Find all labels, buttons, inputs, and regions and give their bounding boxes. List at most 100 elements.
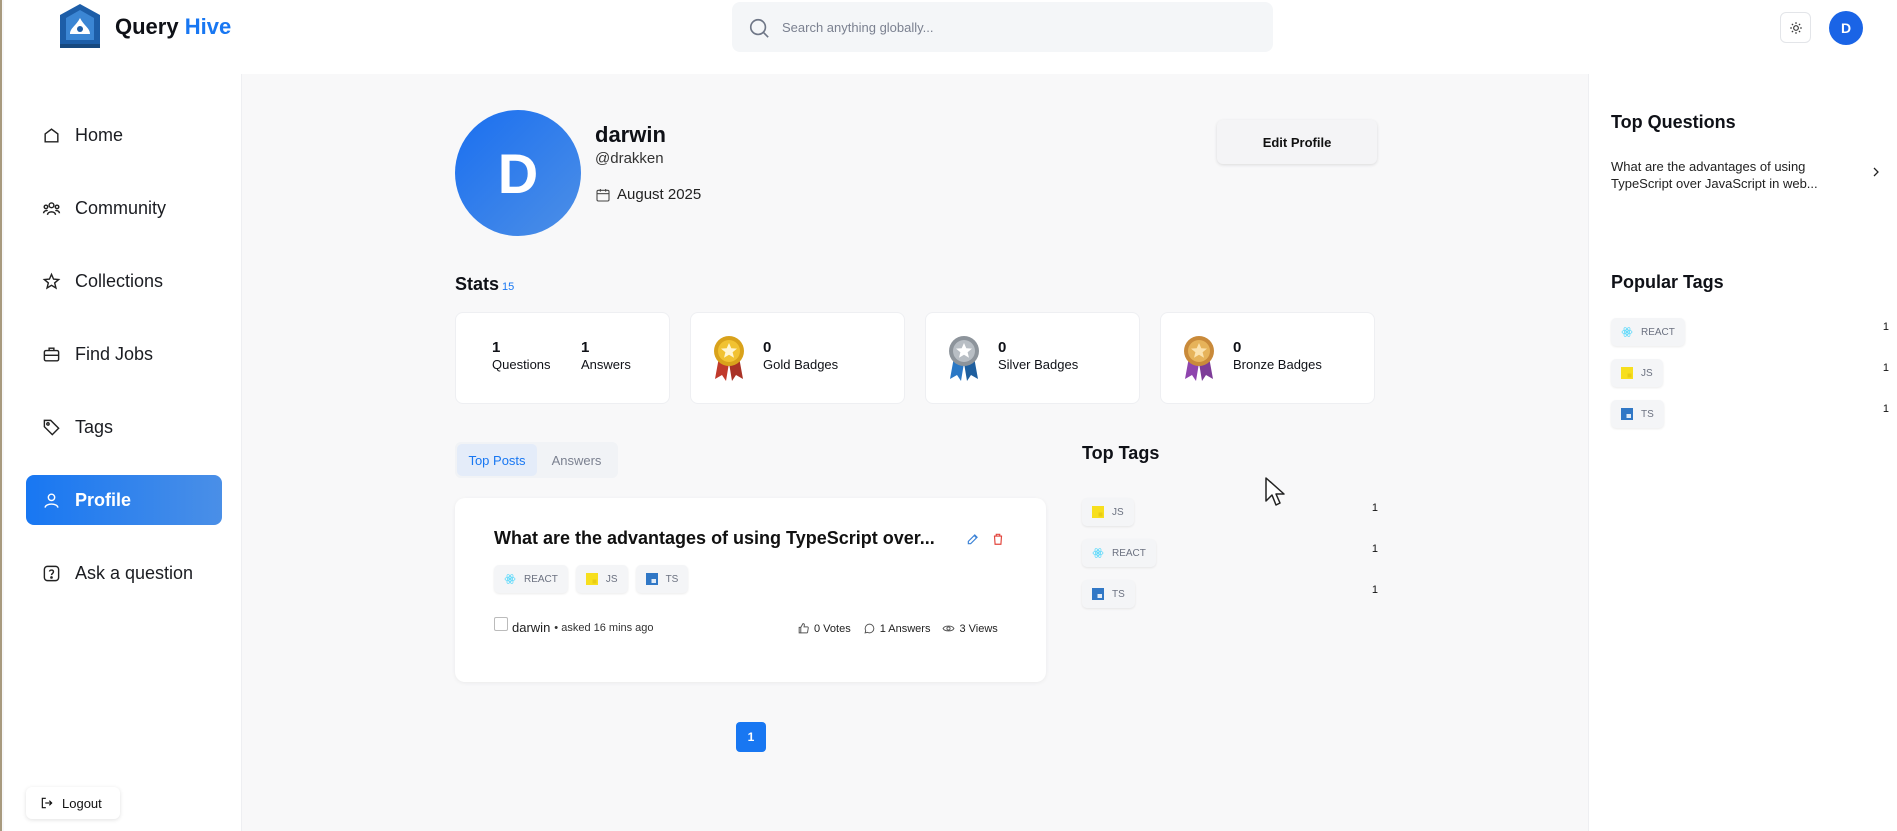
popular-tag-row[interactable]: REACT 1: [1611, 318, 1889, 346]
popular-tag-row[interactable]: JS 1: [1611, 359, 1889, 387]
query-hive-logo[interactable]: [58, 2, 102, 50]
logout-button[interactable]: Logout: [26, 787, 120, 819]
main-content: D darwin @drakken August 2025 Edit Profi…: [242, 74, 1588, 831]
question-author: darwin • asked 16 mins ago: [494, 616, 654, 635]
react-icon: [504, 574, 516, 584]
silver-medal-icon: [949, 336, 979, 381]
stats-total: 15: [502, 281, 515, 293]
gold-badges-stat: 0 Gold Badges: [763, 339, 838, 372]
top-tag-row[interactable]: JS 1: [1082, 498, 1378, 526]
popular-tags-heading: Popular Tags: [1611, 272, 1724, 292]
javascript-icon: [1092, 506, 1104, 518]
questions-label: Questions: [492, 357, 551, 372]
edit-icon[interactable]: [966, 532, 980, 546]
eye-icon: [942, 625, 955, 632]
top-tag-row[interactable]: TS 1: [1082, 580, 1378, 608]
sidebar-item-home[interactable]: Home: [26, 110, 222, 160]
questions-stat: 1 Questions: [492, 339, 551, 372]
pagination-page-1[interactable]: 1: [736, 722, 766, 752]
global-search[interactable]: [732, 2, 1273, 52]
sidebar-item-profile[interactable]: Profile: [26, 475, 222, 525]
author-name[interactable]: darwin: [512, 620, 550, 635]
tab-top-posts[interactable]: Top Posts: [457, 444, 537, 476]
tag-js[interactable]: JS: [575, 565, 628, 593]
theme-toggle-button[interactable]: [1780, 12, 1811, 43]
tag-label: REACT: [524, 573, 558, 585]
users-icon: [42, 201, 61, 215]
search-input[interactable]: [782, 2, 1252, 52]
profile-joined-date: August 2025: [617, 186, 702, 203]
star-icon: [42, 272, 61, 290]
brand-name-part1: Query: [115, 14, 179, 39]
tag-label: JS: [1112, 506, 1124, 518]
sidebar-item-collections[interactable]: Collections: [26, 256, 222, 306]
tag-count: 1: [1882, 321, 1889, 333]
tag-label: JS: [605, 573, 618, 585]
react-icon: [1092, 548, 1104, 558]
top-question-link[interactable]: What are the advantages of using TypeScr…: [1611, 158, 1831, 192]
tag-ts[interactable]: TS: [1082, 580, 1135, 608]
sidebar-item-community[interactable]: Community: [26, 183, 222, 233]
sidebar-item-tags[interactable]: Tags: [26, 402, 222, 452]
views-value: 3 Views: [959, 622, 998, 635]
question-icon: [43, 565, 60, 581]
profile-avatar: D: [455, 110, 581, 236]
answers-value: 1 Answers: [879, 622, 931, 635]
views-metric: 3 Views: [942, 622, 998, 635]
tag-ts[interactable]: TS: [1611, 400, 1664, 428]
top-questions-heading: Top Questions: [1611, 112, 1736, 132]
sidebar-item-label: Tags: [75, 416, 114, 437]
gold-badges-count: 0: [763, 339, 772, 356]
question-tags: REACT JS TS: [494, 565, 689, 593]
tag-ts[interactable]: TS: [635, 565, 689, 593]
question-title[interactable]: What are the advantages of using TypeScr…: [494, 528, 954, 549]
profile-username: @drakken: [595, 150, 664, 167]
popular-tag-row[interactable]: TS 1: [1611, 400, 1889, 428]
votes-value: 0 Votes: [814, 622, 851, 635]
tag-count: 1: [1371, 502, 1378, 514]
stat-card-posts: 1 Questions 1 Answers: [455, 312, 670, 404]
user-icon: [44, 492, 59, 508]
profile-joined: August 2025: [595, 186, 701, 203]
tag-count: 1: [1371, 543, 1378, 555]
sidebar-item-label: Ask a question: [75, 562, 194, 583]
gold-medal-icon: [714, 336, 744, 381]
top-navbar: Query Hive D: [4, 0, 1897, 74]
tag-count: 1: [1371, 584, 1378, 596]
top-tag-row[interactable]: REACT 1: [1082, 539, 1378, 567]
top-tags-heading: Top Tags: [1082, 443, 1160, 463]
answers-count: 1: [581, 339, 590, 356]
gold-badges-label: Gold Badges: [763, 357, 839, 372]
search-icon: [749, 18, 769, 38]
typescript-icon: [645, 573, 658, 585]
react-icon: [1621, 327, 1633, 337]
javascript-icon: [585, 573, 598, 585]
briefcase-icon: [43, 346, 60, 362]
tag-react[interactable]: REACT: [494, 565, 568, 593]
right-sidebar: Top Questions What are the advantages of…: [1588, 74, 1897, 831]
user-avatar[interactable]: D: [1829, 11, 1863, 45]
app-window: Query Hive D Home Communi: [0, 0, 1897, 831]
question-metrics: 0 Votes 1 Answers 3 Views: [797, 622, 998, 635]
tag-js[interactable]: JS: [1611, 359, 1663, 387]
tab-answers[interactable]: Answers: [537, 444, 616, 476]
chevron-right-icon[interactable]: [1870, 166, 1882, 178]
delete-icon[interactable]: [991, 532, 1005, 546]
tag-label: JS: [1641, 367, 1653, 379]
sidebar-item-ask-question[interactable]: Ask a question: [26, 548, 222, 598]
bronze-badges-label: Bronze Badges: [1233, 357, 1322, 372]
author-avatar: [494, 616, 508, 631]
tag-label: TS: [665, 573, 679, 585]
brand-name[interactable]: Query Hive: [115, 14, 231, 40]
left-sidebar: Home Community Collections Find Jobs Tag…: [4, 74, 242, 831]
edit-profile-button[interactable]: Edit Profile: [1217, 120, 1377, 164]
tag-js[interactable]: JS: [1082, 498, 1134, 526]
sidebar-item-find-jobs[interactable]: Find Jobs: [26, 329, 222, 379]
tag-react[interactable]: REACT: [1082, 539, 1156, 567]
votes-metric: 0 Votes: [797, 622, 851, 635]
tag-react[interactable]: REACT: [1611, 318, 1685, 346]
bronze-medal-icon: [1184, 336, 1214, 381]
answers-metric: 1 Answers: [863, 622, 931, 635]
tag-label: REACT: [1112, 547, 1146, 559]
logout-icon: [41, 797, 53, 809]
